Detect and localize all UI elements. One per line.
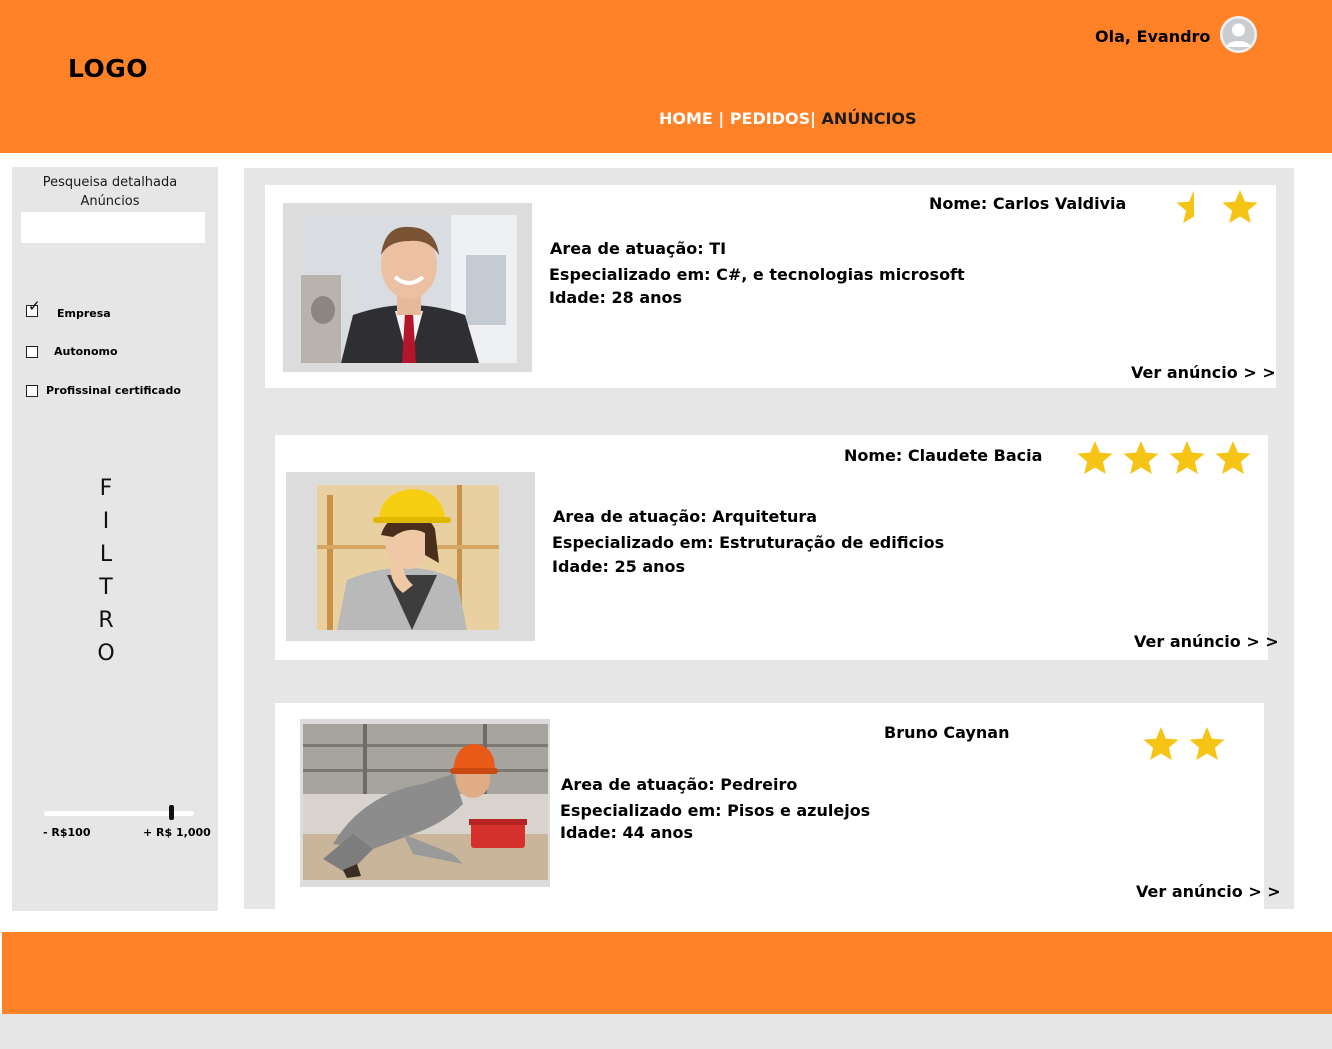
- star-icon: [1215, 441, 1251, 474]
- filter-letter: L: [99, 542, 113, 567]
- listing-name: Nome: Claudete Bacia: [844, 446, 1042, 465]
- spec-label: Especializado em:: [549, 265, 711, 284]
- star-icon: [1222, 190, 1258, 223]
- listing-card: Nome: Carlos Valdivia Area de atuação: T…: [265, 185, 1276, 388]
- checkbox-profissional-certificado[interactable]: Profissinal certificado: [26, 384, 181, 397]
- view-listing-link[interactable]: Ver anúncio > >: [1136, 882, 1281, 901]
- listing-age: Idade: 25 anos: [552, 557, 685, 576]
- filter-vertical-label: F I L T R O: [96, 472, 116, 670]
- listing-area: Area de atuação: Arquitetura: [553, 507, 817, 526]
- nav-separator: |: [712, 109, 730, 128]
- photo-frame: [300, 719, 550, 887]
- area-label: Area de atuação:: [561, 775, 715, 794]
- area-value: Arquitetura: [712, 507, 818, 526]
- filter-letter: I: [102, 509, 110, 534]
- listing-specialization: Especializado em: C#, e tecnologias micr…: [549, 265, 965, 284]
- checkbox-label: Empresa: [57, 307, 111, 320]
- businessman-photo: [301, 215, 517, 363]
- checkbox-box[interactable]: [26, 384, 38, 397]
- filter-letter: O: [97, 641, 115, 666]
- checkbox-label: Autonomo: [54, 345, 118, 358]
- nav-separator: |: [810, 109, 822, 128]
- filter-letter: T: [99, 575, 113, 600]
- rating-stars: [1076, 439, 1252, 477]
- name-label: Nome:: [929, 194, 988, 213]
- name-value: Claudete Bacia: [907, 446, 1043, 465]
- photo-frame: [286, 472, 535, 641]
- area-value: TI: [709, 239, 727, 258]
- listing-area: Area de atuação: Pedreiro: [561, 775, 797, 794]
- listing-card: Nome: Claudete Bacia Area de atuação: Ar…: [275, 435, 1279, 660]
- star-icon: [1169, 441, 1205, 474]
- avatar-silhouette-icon: [1220, 16, 1257, 53]
- price-slider-handle[interactable]: [168, 805, 174, 820]
- half-star-icon: [1176, 190, 1194, 223]
- area-label: Area de atuação:: [550, 239, 704, 258]
- bottom-strip: [0, 1014, 1332, 1049]
- listing-age: Idade: 28 anos: [549, 288, 682, 307]
- checkbox-autonomo[interactable]: Autonomo: [26, 345, 118, 358]
- star-icon: [1123, 441, 1159, 474]
- spec-value: Pisos e azulejos: [727, 801, 871, 820]
- top-header-bar: [0, 0, 1332, 153]
- architect-photo: [317, 485, 499, 630]
- listing-card: Bruno Caynan Area de atuação: Pedreiro E…: [275, 703, 1281, 909]
- age-value: 44 anos: [622, 823, 694, 842]
- view-listing-link[interactable]: Ver anúncio > >: [1131, 363, 1276, 382]
- spec-label: Especializado em:: [560, 801, 722, 820]
- filter-letter: R: [98, 608, 114, 633]
- rating-stars: [1175, 188, 1259, 226]
- filter-letter: F: [99, 476, 113, 501]
- nav-anuncios[interactable]: ANÚNCIOS: [822, 109, 917, 128]
- bricklayer-photo: [303, 724, 548, 880]
- nav-pedidos[interactable]: PEDIDOS: [730, 109, 810, 128]
- sidebar-title-line1: Pesqueisa detalhada: [42, 175, 178, 190]
- checkbox-label: Profissinal certificado: [46, 384, 181, 397]
- star-icon: [1077, 441, 1113, 474]
- photo-frame: [283, 203, 532, 372]
- spec-value: Estruturação de edificios: [719, 533, 945, 552]
- star-icon: [1189, 727, 1225, 760]
- age-value: 28 anos: [611, 288, 683, 307]
- name-label: Nome:: [844, 446, 903, 465]
- age-label: Idade:: [549, 288, 606, 307]
- main-nav: HOME | PEDIDOS| ANÚNCIOS: [659, 109, 917, 128]
- footer-bar: [2, 932, 1332, 1014]
- area-value: Pedreiro: [720, 775, 798, 794]
- rating-stars: [1142, 725, 1226, 763]
- listing-specialization: Especializado em: Estruturação de edific…: [552, 533, 944, 552]
- price-max-label: + R$ 1,000: [143, 826, 211, 839]
- area-label: Area de atuação:: [553, 507, 707, 526]
- name-value: Bruno Caynan: [884, 723, 1010, 742]
- checkbox-box[interactable]: ✓: [26, 298, 41, 317]
- search-sidebar: Pesqueisa detalhada Anúncios ✓ Empresa A…: [12, 167, 218, 911]
- checkmark-icon: ✓: [28, 296, 41, 315]
- age-label: Idade:: [560, 823, 617, 842]
- checkbox-empresa[interactable]: ✓ Empresa: [26, 298, 111, 320]
- price-min-label: - R$100: [43, 826, 91, 839]
- user-avatar-icon[interactable]: [1220, 16, 1257, 53]
- checkbox-box[interactable]: [26, 345, 38, 358]
- listing-age: Idade: 44 anos: [560, 823, 693, 842]
- star-icon: [1143, 727, 1179, 760]
- nav-home[interactable]: HOME: [659, 109, 713, 128]
- age-label: Idade:: [552, 557, 609, 576]
- listing-area: Area de atuação: TI: [550, 239, 726, 258]
- user-greeting: Ola, Evandro: [1095, 27, 1211, 46]
- sidebar-title-line2: Anúncios: [80, 194, 140, 209]
- listing-name: Nome: Carlos Valdivia: [929, 194, 1126, 213]
- sidebar-title: Pesqueisa detalhada Anúncios: [12, 173, 208, 211]
- logo: LOGO: [68, 54, 149, 83]
- spec-value: C#, e tecnologias microsoft: [716, 265, 965, 284]
- spec-label: Especializado em:: [552, 533, 714, 552]
- view-listing-link[interactable]: Ver anúncio > >: [1134, 632, 1279, 651]
- listing-specialization: Especializado em: Pisos e azulejos: [560, 801, 870, 820]
- age-value: 25 anos: [614, 557, 686, 576]
- search-input[interactable]: [21, 212, 205, 243]
- name-value: Carlos Valdivia: [992, 194, 1127, 213]
- listing-name: Bruno Caynan: [884, 723, 1009, 742]
